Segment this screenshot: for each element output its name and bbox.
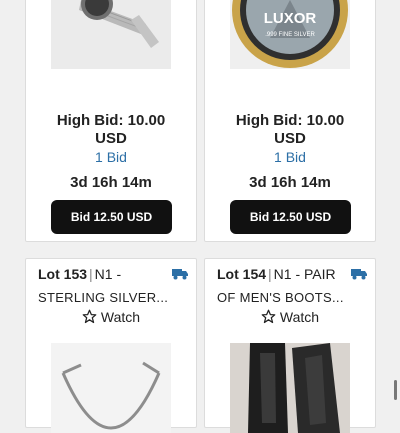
truck-icon [351,269,367,280]
lot-title[interactable]: OF MEN'S BOOTS... [217,290,344,305]
lot-header: Lot 154 | N1 - PAIR [217,266,336,282]
coin-subtext: .999 FINE SILVER [265,32,315,38]
boots-image[interactable] [230,343,350,433]
lot-card-coin[interactable]: LUXOR .999 FINE SILVER High Bid: 10.00 U… [204,0,376,242]
lot-card-153[interactable]: Lot 153 | N1 - STERLING SILVER... Watch [25,258,197,433]
watch-label: Watch [100,309,141,325]
time-left: 3d 16h 14m [70,174,152,191]
scrollbar-thumb[interactable] [394,380,397,400]
bid-button[interactable]: Bid 12.50 USD [230,200,351,234]
necklace-image[interactable] [51,343,171,433]
bid-count-link[interactable]: 1 Bid [205,149,375,165]
high-bid-text: High Bid: 10.00 USD [235,112,345,147]
bid-button[interactable]: Bid 12.50 USD [51,200,172,234]
high-bid-text: High Bid: 10.00 USD [56,112,166,147]
watch-label: Watch [279,309,320,325]
wristwatch-image[interactable] [51,0,171,69]
star-icon [82,309,97,324]
lot-number: Lot 153 [38,266,88,282]
watch-button[interactable]: Watch [205,309,375,325]
lot-header: Lot 153 | N1 - [38,266,121,282]
truck-icon [172,269,188,280]
watch-button[interactable]: Watch [26,309,196,325]
separator: | [89,266,93,282]
bid-count-link[interactable]: 1 Bid [26,149,196,165]
coin-text: LUXOR [264,10,317,27]
lot-title[interactable]: STERLING SILVER... [38,290,168,305]
lot-code: N1 - PAIR [273,266,336,282]
lot-card-154[interactable]: Lot 154 | N1 - PAIR OF MEN'S BOOTS... Watc… [204,258,376,433]
lot-number: Lot 154 [217,266,267,282]
coin-image[interactable]: LUXOR .999 FINE SILVER [230,0,350,69]
time-left: 3d 16h 14m [249,174,331,191]
star-icon [261,309,276,324]
separator: | [268,266,272,282]
lot-card-watch[interactable]: High Bid: 10.00 USD 1 Bid 3d 16h 14m Bid… [25,0,197,242]
lot-code: N1 - [94,266,122,282]
